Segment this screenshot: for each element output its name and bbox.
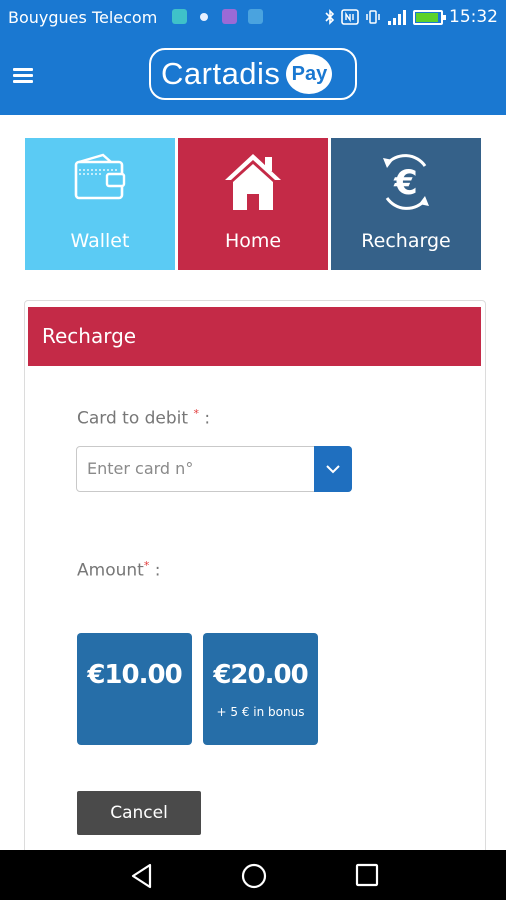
- home-tile[interactable]: Home: [178, 138, 328, 270]
- back-icon[interactable]: [130, 863, 154, 889]
- card-select[interactable]: Enter card n°: [76, 446, 352, 492]
- notification-icon: [222, 9, 237, 24]
- clock: 15:32: [449, 7, 498, 27]
- card-label-suffix: :: [204, 408, 211, 429]
- card-dropdown-button[interactable]: [314, 446, 352, 492]
- home-label: Home: [224, 230, 282, 252]
- wallet-icon: [74, 153, 126, 200]
- vibrate-icon: [366, 10, 380, 24]
- nfc-icon: [341, 9, 359, 25]
- panel-title: Recharge: [28, 307, 481, 366]
- notification-icon: [172, 9, 187, 24]
- battery-icon: [413, 9, 446, 25]
- notification-icon: [248, 9, 263, 24]
- dot-icon: [200, 13, 208, 21]
- amount-bonus: + 5 € in bonus: [216, 705, 305, 719]
- brand-name: Cartadis: [161, 56, 281, 91]
- bluetooth-icon: [325, 9, 335, 25]
- wallet-label: Wallet: [70, 230, 130, 252]
- required-mark: *: [193, 407, 199, 420]
- amount-label-text: Amount: [77, 560, 144, 581]
- euro-recharge-icon: €: [383, 154, 429, 210]
- brand-badge: Pay: [286, 54, 333, 94]
- home-circle-icon[interactable]: [241, 863, 267, 889]
- card-label: Card to debit * :: [77, 407, 210, 429]
- home-icon: [225, 154, 281, 210]
- svg-text:€: €: [393, 163, 418, 203]
- chevron-down-icon: [326, 465, 340, 474]
- card-label-text: Card to debit: [77, 408, 189, 429]
- carrier-name: Bouygues Telecom: [8, 8, 158, 27]
- cancel-button[interactable]: Cancel: [77, 791, 201, 835]
- menu-icon[interactable]: [13, 68, 33, 84]
- app-logo: Cartadis Pay: [149, 48, 357, 100]
- wallet-tile[interactable]: Wallet: [25, 138, 175, 270]
- recents-icon[interactable]: [355, 863, 379, 887]
- app-header: Cartadis Pay: [0, 34, 506, 115]
- amount-option-20[interactable]: €20.00 + 5 € in bonus: [203, 633, 318, 745]
- signal-icon: [387, 9, 407, 25]
- status-bar: Bouygues Telecom 15:32: [0, 0, 506, 34]
- amount-value: €20.00: [213, 660, 308, 690]
- amount-label: Amount* :: [77, 559, 160, 581]
- main-menu-tiles: Wallet Home € Recharge: [25, 138, 483, 270]
- amount-value: €10.00: [87, 660, 182, 690]
- amount-option-10[interactable]: €10.00: [77, 633, 192, 745]
- amount-label-suffix: :: [149, 560, 161, 581]
- recharge-label: Recharge: [361, 230, 451, 252]
- card-input-placeholder: Enter card n°: [87, 459, 194, 478]
- system-nav-bar: [0, 850, 506, 900]
- status-icons: 15:32: [325, 7, 498, 27]
- recharge-tile[interactable]: € Recharge: [331, 138, 481, 270]
